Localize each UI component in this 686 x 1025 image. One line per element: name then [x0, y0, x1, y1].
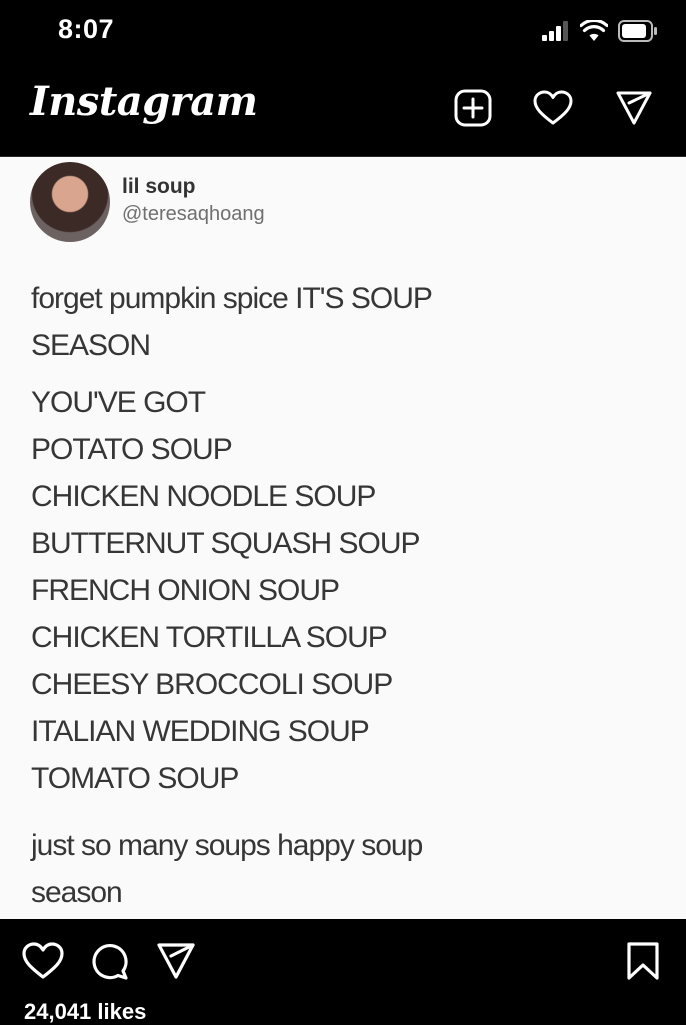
list-item: ITALIAN WEDDING SOUP	[31, 715, 370, 748]
tweet-outro-text: just so many soups happy soup season	[31, 829, 423, 909]
tweet-display-name: lil soup	[122, 175, 196, 198]
post-image: lil soup @teresaqhoang forget pumpkin sp…	[0, 157, 686, 919]
post-actions-bar: 24,041 likes	[0, 919, 686, 1025]
instagram-header: Instagram	[0, 70, 686, 157]
status-icons	[542, 18, 658, 47]
tweet-intro-text: forget pumpkin spice IT'S SOUP SEASON	[31, 282, 432, 362]
list-item: FRENCH ONION SOUP	[31, 574, 340, 607]
list-item: CHEESY BROCCOLI SOUP	[31, 668, 393, 701]
avatar	[30, 162, 110, 242]
like-heart-icon[interactable]	[22, 940, 64, 982]
status-time: 8:07	[58, 14, 115, 44]
list-item: POTATO SOUP	[31, 433, 233, 466]
list-item: CHICKEN TORTILLA SOUP	[31, 621, 388, 654]
save-bookmark-icon[interactable]	[622, 940, 664, 982]
status-bar: 8:07	[0, 0, 686, 70]
share-icon[interactable]	[155, 940, 197, 982]
likes-count[interactable]: 24,041 likes	[24, 999, 146, 1025]
tweet-soup-list: YOU'VE GOT POTATO SOUP CHICKEN NOODLE SO…	[31, 379, 651, 802]
instagram-logo[interactable]: Instagram	[30, 78, 258, 125]
list-item: TOMATO SOUP	[31, 762, 239, 795]
list-item: CHICKEN NOODLE SOUP	[31, 480, 376, 513]
battery-icon	[618, 20, 658, 47]
activity-heart-icon[interactable]	[533, 88, 573, 128]
list-item: BUTTERNUT SQUASH SOUP	[31, 527, 421, 560]
tweet-handle: @teresaqhoang	[122, 203, 265, 225]
direct-message-icon[interactable]	[614, 88, 654, 128]
list-item: YOU'VE GOT	[31, 386, 206, 419]
cellular-signal-icon	[542, 21, 570, 46]
new-post-icon[interactable]	[453, 88, 493, 128]
comment-icon[interactable]	[88, 940, 130, 982]
wifi-icon	[579, 18, 609, 47]
